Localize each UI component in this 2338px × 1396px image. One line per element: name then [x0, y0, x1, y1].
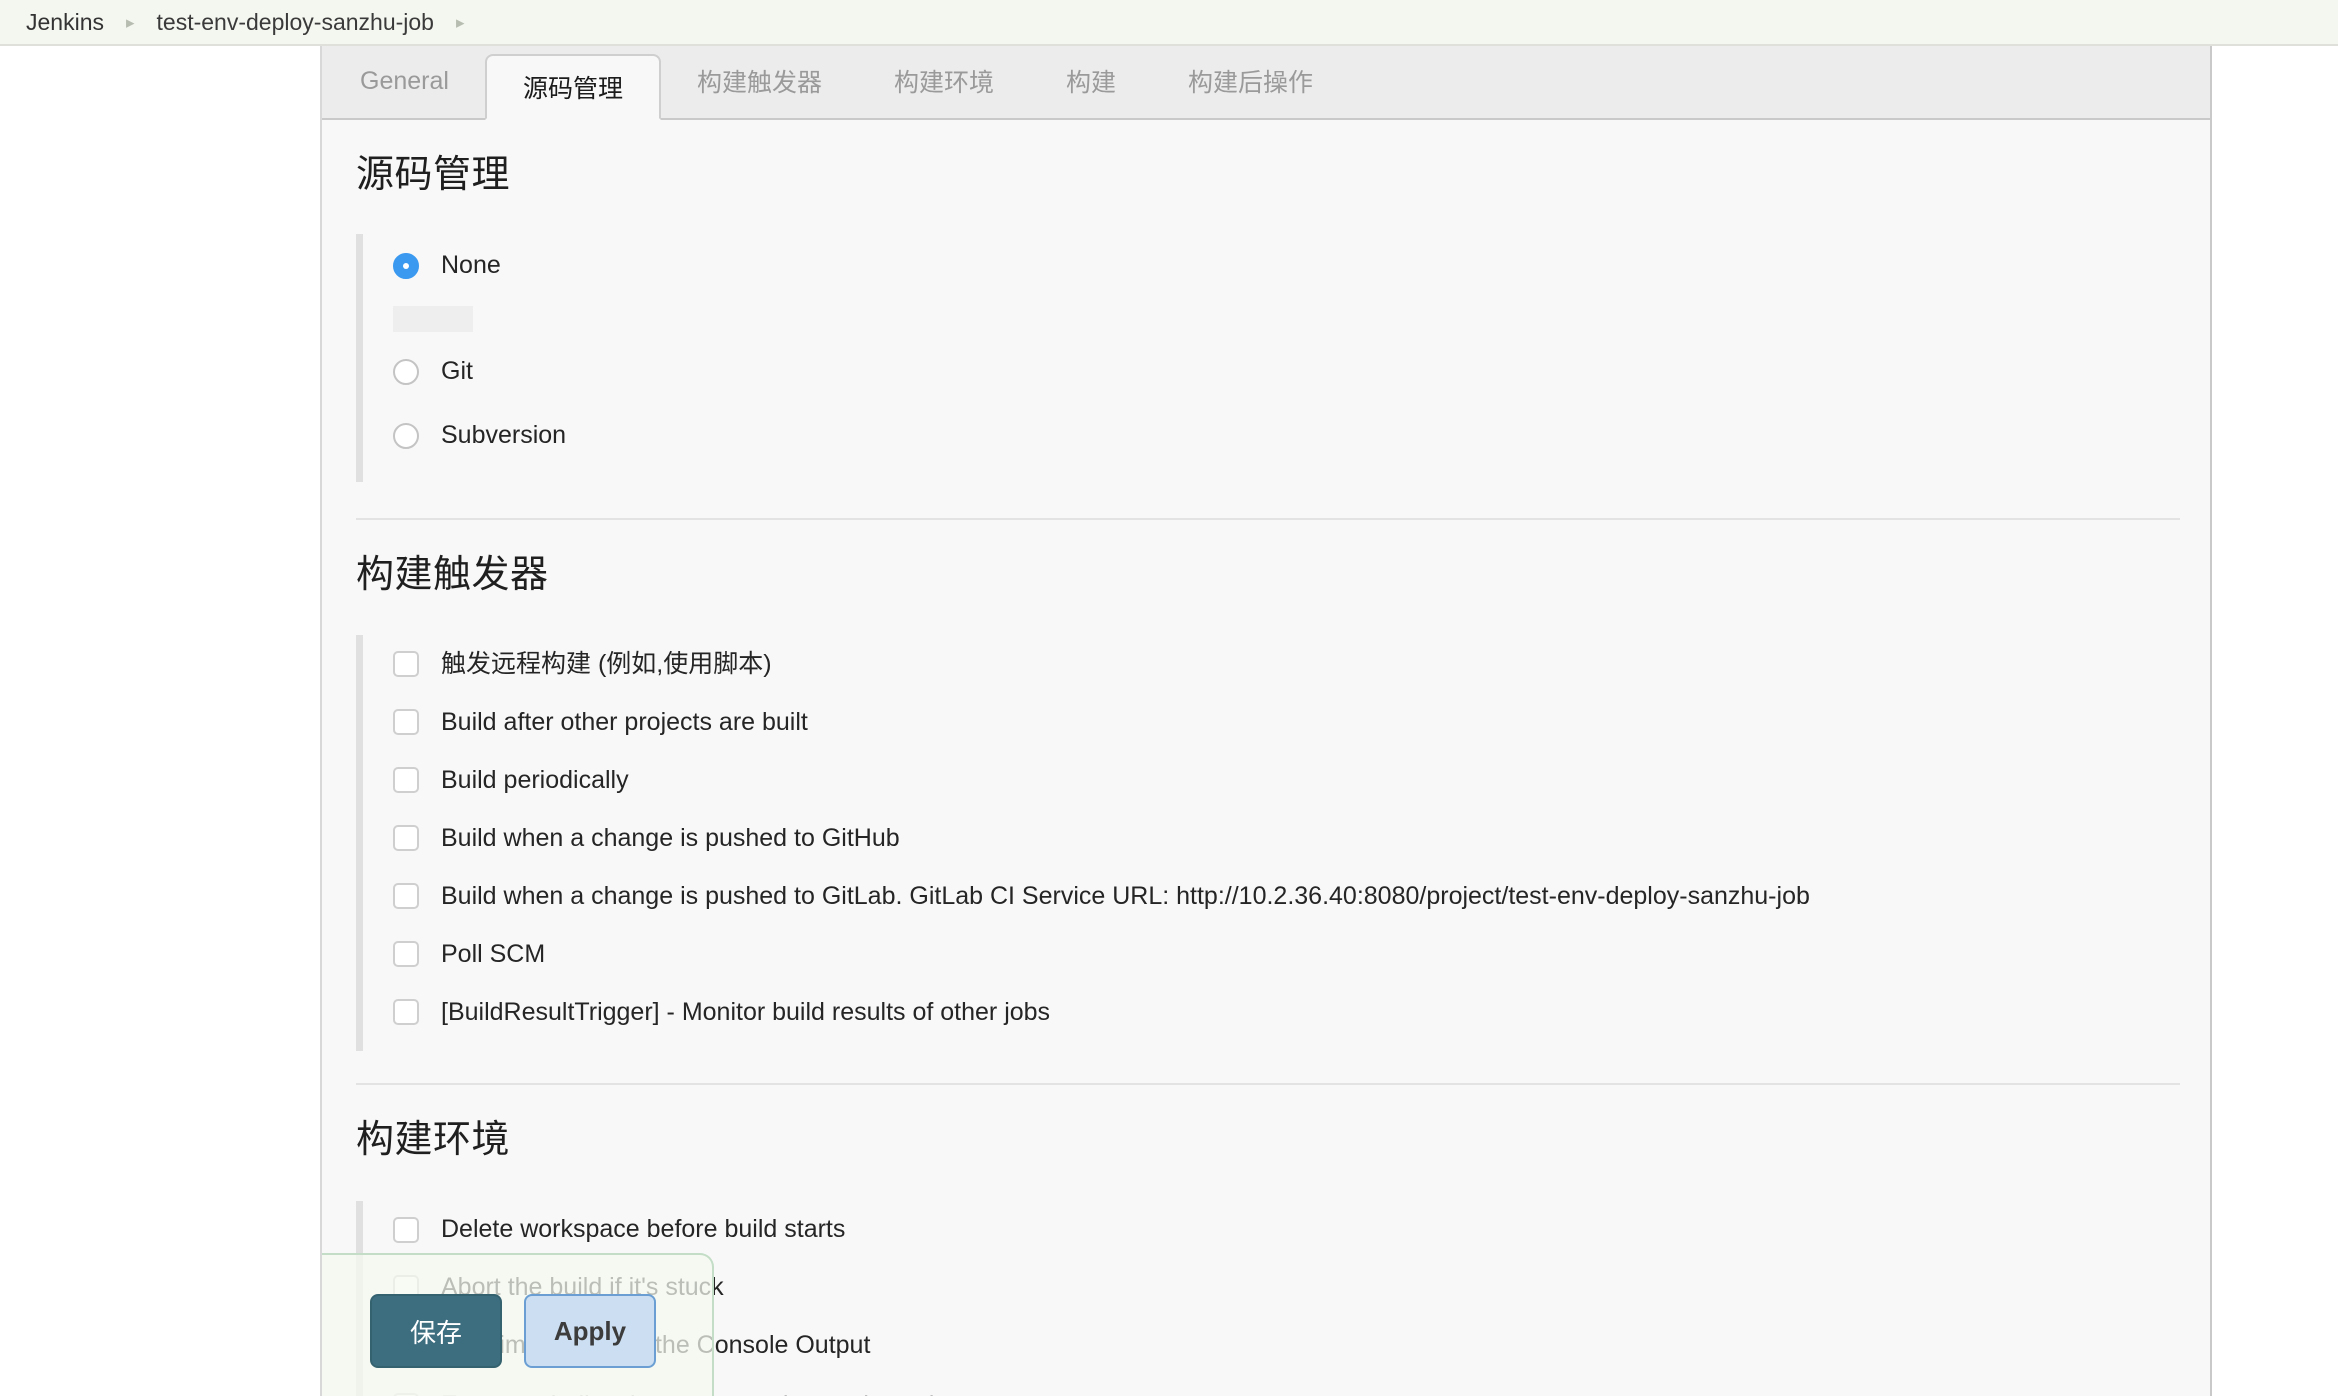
section-title-scm: 源码管理 [356, 154, 511, 196]
scm-radio-group: None Git Subversion ? [356, 233, 2210, 482]
radio-git-icon[interactable] [393, 358, 419, 385]
checkbox-trigger-periodically[interactable] [393, 767, 419, 793]
trigger-poll-scm-label: Poll SCM [441, 939, 546, 968]
trigger-github-label: Build when a change is pushed to GitHub [441, 823, 900, 852]
trigger-periodically-label: Build periodically [441, 765, 629, 794]
tab-build[interactable]: 构建 [1030, 46, 1152, 118]
trigger-after-other-projects-label: Build after other projects are built [441, 707, 808, 736]
checkbox-trigger-remote[interactable] [393, 651, 419, 677]
trigger-row-poll-scm[interactable]: Poll SCM ? [393, 925, 2210, 983]
tab-general[interactable]: General [324, 46, 485, 118]
scm-option-git-label: Git [441, 357, 473, 385]
save-button[interactable]: 保存 [370, 1294, 502, 1368]
section-title-build-environment: 构建环境 [356, 1119, 511, 1161]
breadcrumb: Jenkins ▸ test-env-deploy-sanzhu-job ▸ [0, 0, 2338, 46]
checkbox-trigger-after-other-projects[interactable] [393, 709, 419, 735]
build-triggers-group: 触发远程构建 (例如,使用脚本) ? Build after other pro… [356, 635, 2210, 1051]
breadcrumb-item-job[interactable]: test-env-deploy-sanzhu-job [157, 9, 434, 36]
checkbox-trigger-build-result[interactable] [393, 999, 419, 1025]
right-margin-rail [2212, 46, 2338, 1396]
trigger-row-periodically[interactable]: Build periodically ? [393, 751, 2210, 809]
breadcrumb-item-jenkins[interactable]: Jenkins [26, 9, 104, 36]
apply-button[interactable]: Apply [524, 1294, 656, 1368]
scm-option-none[interactable]: None [393, 234, 2210, 298]
radio-none-icon[interactable] [393, 252, 419, 279]
checkbox-env-delete-workspace[interactable] [393, 1216, 419, 1243]
trigger-row-remote[interactable]: 触发远程构建 (例如,使用脚本) ? [393, 635, 2210, 693]
chevron-right-icon-2: ▸ [455, 12, 465, 32]
tab-build-triggers[interactable]: 构建触发器 [661, 46, 858, 118]
checkbox-trigger-poll-scm[interactable] [393, 941, 419, 967]
scm-option-git[interactable]: Git [393, 340, 2210, 404]
save-button-bar: 保存 Apply [370, 1294, 656, 1368]
trigger-row-github[interactable]: Build when a change is pushed to GitHub … [393, 809, 2210, 867]
config-form-body: 源码管理 None Git Subversion ? 构建触发器 触发 [322, 120, 2210, 1396]
scm-option-subversion[interactable]: Subversion ? [393, 404, 2210, 468]
trigger-row-gitlab[interactable]: Build when a change is pushed to GitLab.… [393, 867, 2210, 925]
env-row-delete-workspace[interactable]: Delete workspace before build starts [393, 1201, 2210, 1259]
env-delete-workspace-label: Delete workspace before build starts [441, 1215, 846, 1243]
tab-build-environment[interactable]: 构建环境 [858, 46, 1030, 118]
tab-post-build-actions[interactable]: 构建后操作 [1152, 46, 1349, 118]
tab-source-code-management[interactable]: 源码管理 [484, 54, 661, 120]
section-title-build-triggers: 构建触发器 [356, 553, 549, 596]
scm-option-none-label: None [441, 251, 501, 279]
chevron-right-icon: ▸ [125, 12, 135, 32]
checkbox-trigger-gitlab[interactable] [393, 883, 419, 909]
scm-option-subversion-label: Subversion [441, 421, 567, 449]
trigger-gitlab-label: Build when a change is pushed to GitLab.… [441, 881, 1810, 910]
trigger-build-result-label: [BuildResultTrigger] - Monitor build res… [441, 997, 1051, 1026]
trigger-remote-label: 触发远程构建 (例如,使用脚本) [441, 649, 772, 678]
radio-subversion-icon[interactable] [393, 422, 419, 449]
trigger-row-after-other-projects[interactable]: Build after other projects are built ? [393, 693, 2210, 751]
scm-radio-gap-strip [393, 305, 473, 332]
trigger-row-build-result-trigger[interactable]: [BuildResultTrigger] - Monitor build res… [393, 983, 2210, 1041]
left-sidebar-rail [0, 46, 322, 1396]
config-tab-strip: General 源码管理 构建触发器 构建环境 构建 构建后操作 [322, 46, 2210, 120]
checkbox-trigger-github[interactable] [393, 825, 419, 851]
config-content-pane: General 源码管理 构建触发器 构建环境 构建 构建后操作 源码管理 No… [322, 46, 2212, 1396]
